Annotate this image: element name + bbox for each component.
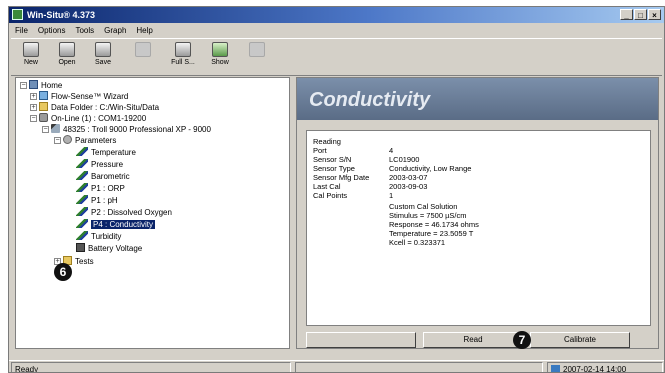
new-icon (23, 42, 39, 57)
probe-icon (51, 124, 60, 133)
reading-details: Reading Port Sensor S/N Sensor Type Sens… (306, 130, 651, 326)
value-sensor-mfg-date: 2003-03-07 (389, 173, 428, 182)
panel-header: Conductivity (297, 78, 658, 120)
value-sensor-sn: LC01900 (389, 155, 420, 164)
full-screen-icon (175, 42, 191, 57)
tree-item-orp[interactable]: P1 : ORP (76, 183, 125, 194)
site-tree[interactable]: − Home + Flow-Sense™ Wizard + Data Folde… (15, 77, 290, 349)
menu-help[interactable]: Help (136, 24, 152, 37)
battery-icon (76, 243, 85, 252)
cal-stimulus: Stimulus = 7500 µS/cm (389, 211, 467, 220)
parameter-icon (76, 159, 88, 168)
expand-data-folder-icon[interactable]: + (30, 104, 37, 111)
tree-item-data-folder[interactable]: Data Folder : C:/Win-Situ/Data (39, 102, 159, 113)
step-marker-7: 7 (513, 331, 531, 349)
status-bar: Ready 2007-02-14 14:00 (9, 360, 664, 373)
label-sensor-type: Sensor Type (313, 164, 355, 173)
status-text: Ready (11, 362, 291, 372)
connect-button[interactable] (129, 41, 157, 73)
panel-title: Conductivity (309, 89, 431, 111)
calibrate-button[interactable]: Calibrate (530, 332, 630, 348)
tree-item-dissolved-oxygen[interactable]: P2 : Dissolved Oxygen (76, 207, 172, 218)
parameter-icon (76, 147, 88, 156)
home-icon (29, 80, 38, 89)
cal-response: Response = 46.1734 ohms (389, 220, 479, 229)
menu-graph[interactable]: Graph (104, 24, 126, 37)
window-title: Win-Situ® 4.373 (27, 10, 96, 20)
menu-tools[interactable]: Tools (75, 24, 94, 37)
maximize-button[interactable]: □ (634, 9, 647, 20)
flow-sense-icon (39, 91, 48, 100)
app-window: Win-Situ® 4.373 _ □ × File Options Tools… (8, 6, 665, 373)
tree-item-port[interactable]: On-Line (1) : COM1-19200 (39, 113, 146, 124)
full-screen-button[interactable]: Full S... (169, 41, 197, 73)
menu-file[interactable]: File (15, 24, 28, 37)
parameter-icon (76, 171, 88, 180)
label-sensor-mfg-date: Sensor Mfg Date (313, 173, 370, 182)
collapse-device-icon[interactable]: − (42, 126, 49, 133)
parameter-icon (76, 219, 88, 228)
open-button[interactable]: Open (53, 41, 81, 73)
value-last-cal: 2003-09-03 (389, 182, 428, 191)
tree-item-device[interactable]: 48325 : Troll 9000 Professional XP - 900… (51, 124, 211, 135)
minimize-button[interactable]: _ (620, 9, 633, 20)
tree-item-battery-voltage[interactable]: Battery Voltage (76, 243, 142, 254)
filter-button[interactable] (243, 41, 271, 73)
tree-item-conductivity[interactable]: P4 : Conductivity (76, 219, 156, 230)
cal-solution: Custom Cal Solution (389, 202, 458, 211)
label-sensor-sn: Sensor S/N (313, 155, 352, 164)
collapse-parameters-icon[interactable]: − (54, 137, 61, 144)
tray-icon (551, 365, 560, 372)
previous-button[interactable] (306, 332, 416, 348)
com-port-icon (39, 113, 48, 122)
status-panel-middle (295, 362, 543, 372)
filter-icon (249, 42, 265, 57)
show-button[interactable]: Show (206, 41, 234, 73)
parameter-icon (76, 195, 88, 204)
tree-item-flow-sense[interactable]: Flow-Sense™ Wizard (39, 91, 128, 102)
label-port: Port (313, 146, 327, 155)
parameter-icon (76, 207, 88, 216)
value-sensor-type: Conductivity, Low Range (389, 164, 472, 173)
new-button[interactable]: New (17, 41, 45, 73)
collapse-home-icon[interactable]: − (20, 82, 27, 89)
status-clock-cell: 2007-02-14 14:00 (547, 362, 663, 373)
collapse-port-icon[interactable]: − (30, 115, 37, 122)
cal-kcell: Kcell = 0.323371 (389, 238, 446, 247)
value-port: 4 (389, 146, 394, 155)
folder-icon (39, 102, 48, 111)
read-button[interactable]: Read (423, 332, 523, 348)
save-icon (95, 42, 111, 57)
tree-item-home[interactable]: Home (29, 80, 62, 91)
open-icon (59, 42, 75, 57)
menu-options[interactable]: Options (38, 24, 66, 37)
save-button[interactable]: Save (89, 41, 117, 73)
title-bar: Win-Situ® 4.373 _ □ × (9, 7, 664, 23)
tree-item-pressure[interactable]: Pressure (76, 159, 123, 170)
tree-item-temperature[interactable]: Temperature (76, 147, 136, 158)
parameter-icon (76, 183, 88, 192)
label-cal-points: Cal Points (313, 191, 348, 200)
tree-item-ph[interactable]: P1 : pH (76, 195, 118, 206)
label-last-cal: Last Cal (313, 182, 341, 191)
tree-item-parameters[interactable]: Parameters (63, 135, 116, 146)
close-button[interactable]: × (648, 9, 661, 20)
expand-flow-sense-icon[interactable]: + (30, 93, 37, 100)
tree-item-turbidity[interactable]: Turbidity (76, 231, 121, 242)
app-icon (12, 9, 23, 20)
toolbar: New Open Save Full S... Show (11, 38, 662, 76)
value-cal-points: 1 (389, 191, 394, 200)
tree-item-barometric[interactable]: Barometric (76, 171, 130, 182)
cal-temperature: Temperature = 23.5059 T (389, 229, 474, 238)
parameter-icon (76, 231, 88, 240)
parameter-panel: Conductivity Reading Port Sensor S/N Sen… (296, 77, 659, 349)
connect-icon (135, 42, 151, 57)
status-clock: 2007-02-14 14:00 (563, 365, 627, 373)
step-marker-6: 6 (54, 263, 72, 281)
show-icon (212, 42, 228, 57)
menu-bar: File Options Tools Graph Help (9, 24, 664, 37)
parameters-icon (63, 135, 72, 144)
label-reading: Reading (313, 137, 341, 146)
